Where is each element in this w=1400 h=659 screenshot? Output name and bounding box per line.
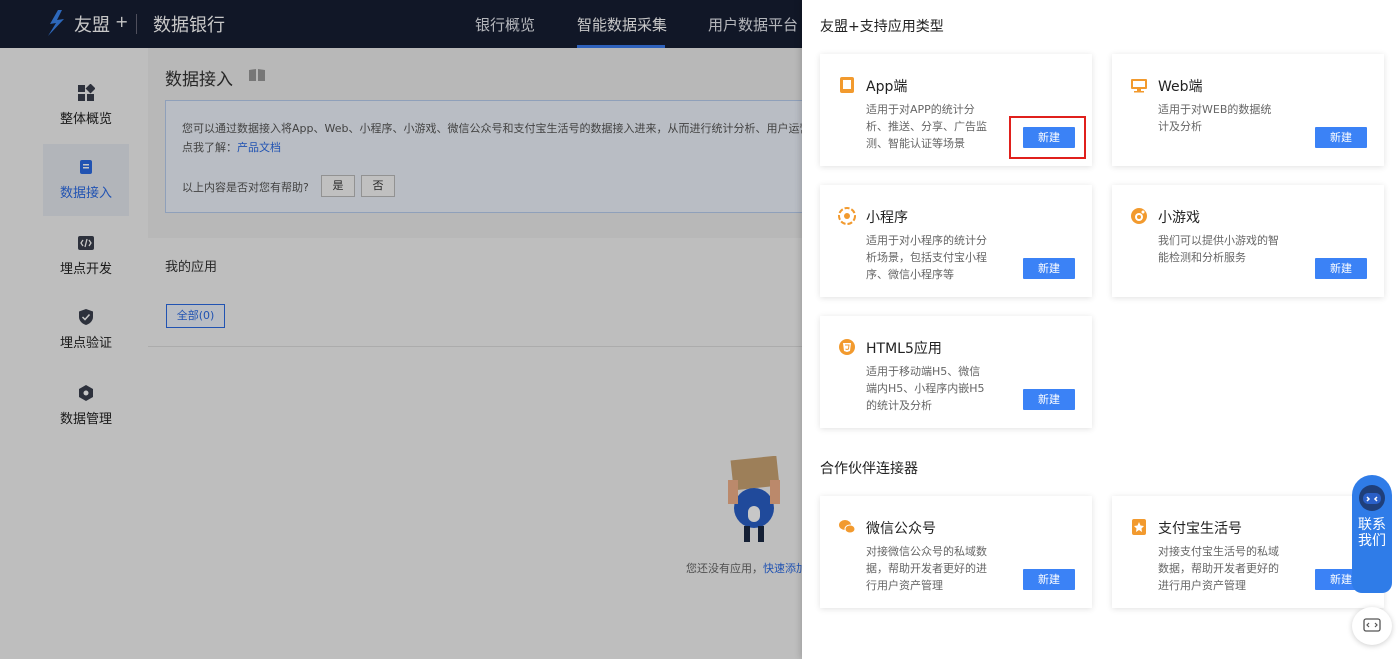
code-icon [1363,618,1381,632]
miniprogram-icon [838,207,856,225]
card-title: 小程序 [866,210,908,226]
new-miniprogram-button[interactable]: 新建 [1023,258,1075,279]
wechat-icon [839,520,856,534]
new-wechat-button[interactable]: 新建 [1023,569,1075,590]
card-description: 对接微信公众号的私域数据，帮助开发者更好的进行用户资产管理 [866,545,987,592]
card-description: 对接支付宝生活号的私域数据，帮助开发者更好的进行用户资产管理 [1158,545,1279,592]
minigame-icon [1131,208,1147,224]
supported-app-types-title: 友盟+支持应用类型 [820,19,944,35]
card-alipay-life: 支付宝生活号 对接支付宝生活号的私域数据，帮助开发者更好的进行用户资产管理 新建 [1112,496,1384,608]
html5-icon [839,339,855,355]
card-title: HTML5应用 [866,341,942,357]
card-title: App端 [866,79,908,95]
card-description: 适用于对WEB的数据统计及分析 [1158,103,1272,133]
card-miniprogram: 小程序 适用于对小程序的统计分析场景，包括支付宝小程序、微信小程序等 新建 [820,185,1092,297]
contact-us-label: 联系我们 [1358,517,1386,549]
mobile-icon [840,77,854,93]
card-wechat-official: 微信公众号 对接微信公众号的私域数据，帮助开发者更好的进行用户资产管理 新建 [820,496,1092,608]
contact-us-widget[interactable]: 联系我们 [1352,475,1392,593]
alipay-life-icon [1132,519,1146,535]
card-minigame: 小游戏 我们可以提供小游戏的智能检测和分析服务 新建 [1112,185,1384,297]
highlight-box [1009,116,1086,159]
card-web: Web端 适用于对WEB的数据统计及分析 新建 [1112,54,1384,166]
card-title: 微信公众号 [866,521,936,537]
app-type-drawer: 友盟+支持应用类型 App端 适用于对APP的统计分析、推送、分享、广告监测、智… [802,0,1400,659]
new-minigame-button[interactable]: 新建 [1315,258,1367,279]
robot-icon [1359,485,1385,511]
card-description: 适用于对小程序的统计分析场景，包括支付宝小程序、微信小程序等 [866,234,987,281]
new-web-button[interactable]: 新建 [1315,127,1367,148]
card-description: 我们可以提供小游戏的智能检测和分析服务 [1158,234,1279,264]
partner-connectors-title: 合作伙伴连接器 [820,461,918,477]
card-description: 适用于对APP的统计分析、推送、分享、广告监测、智能认证等场景 [866,103,987,150]
card-title: Web端 [1158,79,1203,95]
card-title: 支付宝生活号 [1158,521,1242,537]
monitor-icon [1131,79,1147,93]
code-feedback-button[interactable] [1352,607,1392,645]
card-html5: HTML5应用 适用于移动端H5、微信端内H5、小程序内嵌H5的统计及分析 新建 [820,316,1092,428]
new-html5-button[interactable]: 新建 [1023,389,1075,410]
card-title: 小游戏 [1158,210,1200,226]
card-description: 适用于移动端H5、微信端内H5、小程序内嵌H5的统计及分析 [866,365,985,412]
modal-overlay[interactable] [0,0,802,659]
